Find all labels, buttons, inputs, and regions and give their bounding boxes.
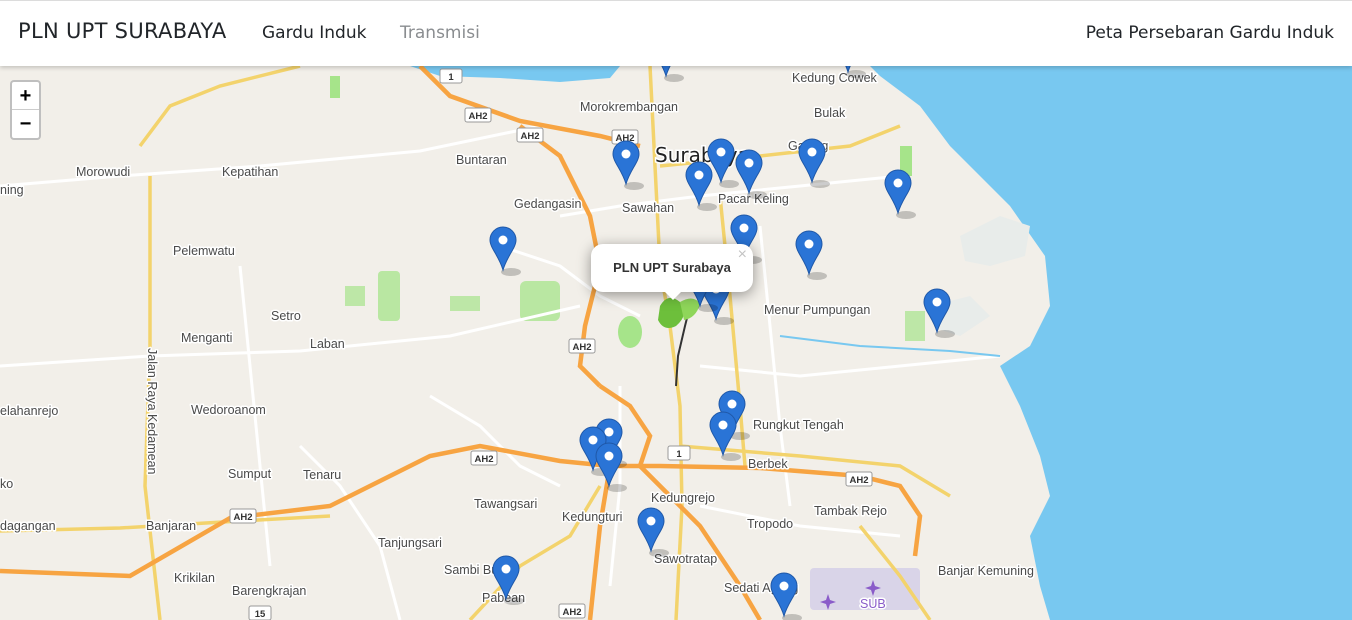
- zoom-in-button[interactable]: +: [12, 82, 39, 110]
- place-label: Setro: [271, 309, 301, 323]
- place-label: Sawahan: [622, 201, 674, 215]
- highways: [0, 66, 923, 620]
- svg-text:1: 1: [676, 449, 682, 460]
- place-label: Tambak Rejo: [814, 504, 887, 518]
- place-label: Kepatihan: [222, 165, 278, 179]
- place-label: Jalan Raya Kedamean: [145, 348, 159, 475]
- place-label: Tenaru: [303, 468, 341, 482]
- place-label: Morokrembangan: [580, 100, 678, 114]
- place-label: Barengkrajan: [232, 584, 306, 598]
- road-shield: AH2: [845, 471, 873, 487]
- place-label: Bulak: [814, 106, 846, 120]
- map-canvas[interactable]: 1 AH2 AH2 AH2 AH2 AH2 1 AH2 AH2 15 AH2 S…: [0, 66, 1352, 620]
- place-label: Banjaran: [146, 519, 196, 533]
- road-shield: AH2: [470, 450, 498, 466]
- place-label: Menur Pumpungan: [764, 303, 870, 317]
- place-label: Tropodo: [747, 517, 793, 531]
- nav-link-gardu-induk[interactable]: Gardu Induk: [262, 23, 366, 43]
- svg-text:AH2: AH2: [520, 131, 539, 142]
- place-label: dagangan: [0, 519, 56, 533]
- place-label: Tawangsari: [474, 497, 537, 511]
- road-shield: AH2: [229, 508, 257, 524]
- brand-title[interactable]: PLN UPT SURABAYA: [18, 19, 227, 43]
- svg-text:AH2: AH2: [849, 475, 868, 486]
- road-shield: AH2: [516, 127, 544, 143]
- road-shield: AH2: [568, 338, 596, 354]
- canal: [779, 335, 1001, 357]
- svg-text:AH2: AH2: [562, 607, 581, 618]
- road-shield: 1: [667, 445, 691, 461]
- place-labels: Surabaya Kedung Cowek Morokrembangan Bul…: [0, 70, 1035, 613]
- popup-close-button[interactable]: ×: [738, 246, 747, 264]
- popup-tip: [663, 290, 683, 300]
- road-shield: 15: [248, 605, 272, 620]
- map-marker-pin[interactable]: [884, 169, 916, 219]
- place-label: Krikilan: [174, 571, 215, 585]
- navbar: PLN UPT SURABAYA Gardu Induk Transmisi P…: [0, 0, 1352, 66]
- svg-text:AH2: AH2: [233, 512, 252, 523]
- place-label: Kedungrejo: [651, 491, 715, 505]
- place-label: Rungkut Tengah: [753, 418, 844, 432]
- map-marker-pin[interactable]: [795, 230, 827, 280]
- popup-title: PLN UPT Surabaya: [613, 260, 731, 275]
- map-layer: 1 AH2 AH2 AH2 AH2 AH2 1 AH2 AH2 15 AH2 S…: [0, 66, 1352, 620]
- place-label: ning: [0, 183, 24, 197]
- zoom-control: + −: [10, 80, 41, 140]
- marker-layer: [489, 66, 955, 620]
- sea-water: [870, 66, 1352, 620]
- svg-text:AH2: AH2: [468, 111, 487, 122]
- place-label: Morowudi: [76, 165, 130, 179]
- road-shield: AH2: [464, 107, 492, 123]
- place-label: ko: [0, 477, 13, 491]
- svg-text:AH2: AH2: [572, 342, 591, 353]
- map-marker-pin[interactable]: [612, 140, 644, 190]
- nav-link-transmisi[interactable]: Transmisi: [400, 23, 480, 43]
- svg-text:AH2: AH2: [474, 454, 493, 465]
- airport-code-label: SUB: [860, 597, 886, 611]
- zoom-out-button[interactable]: −: [12, 110, 39, 138]
- island-area: [960, 216, 1030, 266]
- place-label: Tanjungsari: [378, 536, 442, 550]
- nav-link-peta-persebaran[interactable]: Peta Persebaran Gardu Induk: [1086, 23, 1334, 43]
- place-label: Menganti: [181, 331, 232, 345]
- svg-text:15: 15: [255, 609, 266, 620]
- place-label: elahanrejo: [0, 404, 58, 418]
- place-label: Laban: [310, 337, 345, 351]
- place-label: Kedungturi: [562, 510, 622, 524]
- place-label: Pelemwatu: [173, 244, 235, 258]
- road-shield: AH2: [558, 603, 586, 619]
- place-label: Buntaran: [456, 153, 507, 167]
- road-shield: 1: [439, 68, 463, 84]
- place-label: Berbek: [748, 457, 788, 471]
- place-label: Sumput: [228, 467, 272, 481]
- place-label: Wedoroanom: [191, 403, 266, 417]
- svg-text:1: 1: [448, 72, 454, 83]
- place-label: Banjar Kemuning: [938, 564, 1034, 578]
- map-marker-pin[interactable]: [637, 507, 669, 557]
- map-marker-pin[interactable]: [653, 66, 684, 82]
- location-popup: PLN UPT Surabaya ×: [591, 244, 753, 300]
- place-label: Gedangasin: [514, 197, 581, 211]
- map-marker-pin[interactable]: [685, 161, 717, 211]
- leaf-icon[interactable]: [658, 297, 700, 328]
